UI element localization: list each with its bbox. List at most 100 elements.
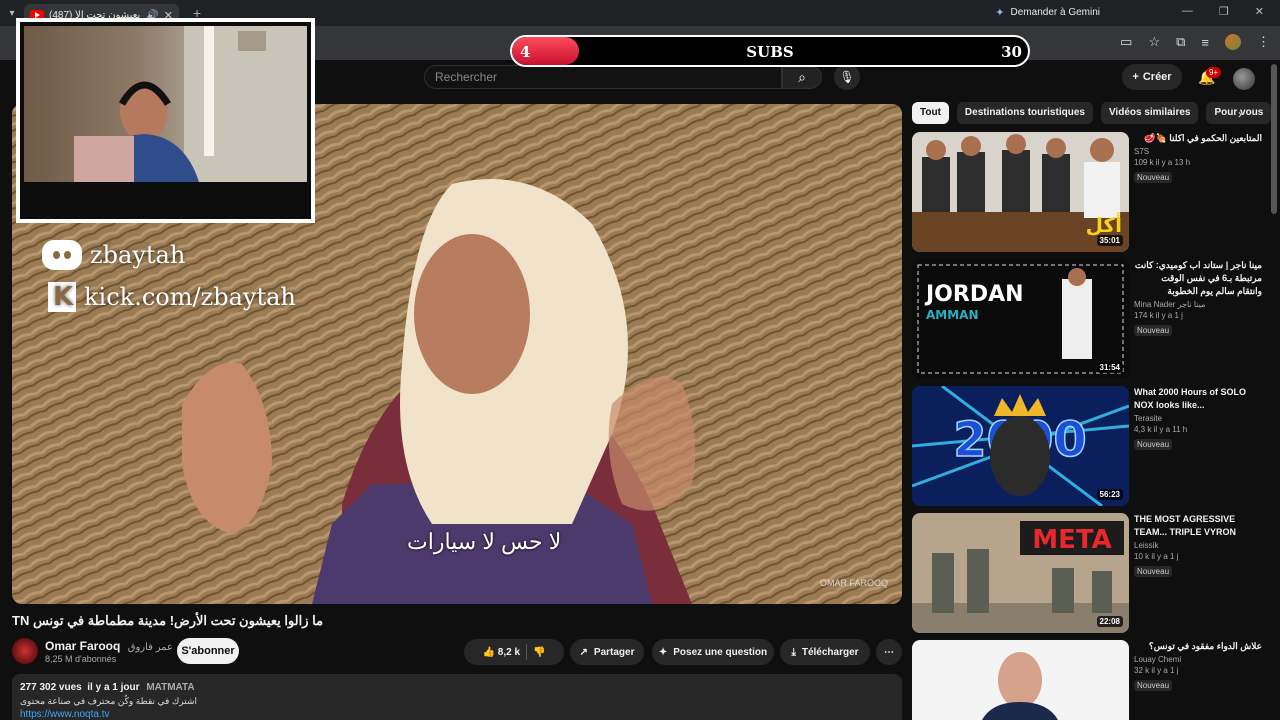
new-badge: Nouveau (1134, 439, 1173, 450)
new-badge: Nouveau (1134, 325, 1173, 336)
menu-icon[interactable]: ⋮ (1257, 34, 1270, 50)
webcam-overlay (16, 18, 315, 223)
thumbnail[interactable]: META 22:08 (912, 513, 1129, 633)
download-button[interactable]: ⤓ Télécharger (780, 639, 870, 665)
recommendation-stats: 4,3 k il y a 11 h (1134, 425, 1188, 434)
thumb-text: JORDAN (924, 282, 1024, 307)
video-watermark: OMAR FAROOQ (819, 578, 888, 588)
create-button[interactable]: + Créer (1122, 64, 1182, 90)
gemini-icon: ✦ (995, 7, 1005, 19)
dislike-icon[interactable]: 👎 (533, 647, 545, 658)
recommendation-title: المتابعين الحكمو في اكلنا 🍖🥩 (1144, 133, 1262, 143)
recommendation-item[interactable]: 2000 56:23 What 2000 Hours of SOLO NOX l… (912, 386, 1262, 506)
kick-icon (48, 282, 76, 312)
chevron-right-icon[interactable]: › (1238, 107, 1242, 121)
minimize-icon[interactable]: — (1182, 5, 1193, 18)
window-close-icon[interactable]: ✕ (1255, 5, 1264, 18)
recommendation-item[interactable]: META 22:08 THE MOST AGRESSIVE TEAM... TR… (912, 513, 1262, 633)
page-scrollbar[interactable] (1271, 64, 1277, 214)
profile-avatar[interactable] (1225, 34, 1241, 50)
tab-search-icon[interactable]: ▾ (0, 8, 24, 19)
thumbnail[interactable] (912, 640, 1129, 720)
chip-similar[interactable]: Vidéos similaires (1100, 102, 1199, 124)
webcam-feed (24, 26, 307, 182)
thumbnail[interactable]: 2000 56:23 (912, 386, 1129, 506)
subs-goal-target: 30 (1001, 43, 1022, 61)
discord-icon (42, 240, 82, 270)
recommendation-title: What 2000 Hours of SOLO NOX looks like..… (1134, 387, 1247, 410)
recommendation-stats: 32 k il y a 1 j (1134, 666, 1179, 675)
share-button[interactable]: ↗ Partager (570, 639, 644, 665)
thumbnail[interactable]: أكل 35:01 (912, 132, 1129, 252)
discord-row: zbaytah (42, 240, 296, 270)
toolbar-icons: ▭ ☆ ⧉ ≡ ⋮ (1120, 34, 1270, 50)
location-tag: MATMATA (146, 682, 195, 693)
like-button[interactable]: 👍 8,2 k (483, 647, 520, 658)
svg-text:أكل: أكل (1086, 211, 1122, 237)
duration-badge: 35:01 (1096, 235, 1123, 246)
thumb-text: META (1032, 525, 1111, 555)
description-text: اشترك في نقطة وكُن محترف في صناعة محتوى (20, 696, 197, 706)
subs-goal-label: SUBS (746, 43, 794, 61)
new-badge: Nouveau (1134, 680, 1173, 691)
thumb-subtext: AMMAN (926, 308, 979, 322)
recommendation-item[interactable]: أكل 35:01 المتابعين الحكمو في اكلنا 🍖🥩 S… (912, 132, 1262, 252)
sparkle-icon: ✦ (658, 646, 668, 658)
download-icon: ⤓ (791, 646, 796, 658)
recommendation-channel: Mina Nader مينا ناجر (1134, 300, 1206, 309)
recommendation-channel: Terasite (1134, 414, 1163, 423)
duration-badge: 31:54 (1096, 362, 1123, 373)
recommendation-info: المتابعين الحكمو في اكلنا 🍖🥩 S7S 109 k i… (1134, 132, 1262, 185)
channel-name[interactable]: Omar Farooq عمر فاروق ✔ (45, 639, 184, 653)
share-icon: ↗ (579, 646, 588, 658)
gemini-button[interactable]: ✦ Demander à Gemini (995, 6, 1100, 19)
recommendation-stats: 109 k il y a 13 h (1134, 158, 1191, 167)
bookmark-star-icon[interactable]: ☆ (1148, 34, 1160, 50)
microphone-icon[interactable]: 🎙 (834, 64, 860, 90)
recommendation-item[interactable]: علاش الدواء مفقود في تونس؟ Louay Chemi 3… (912, 640, 1262, 720)
description-link[interactable]: https://www.noqta.tv (20, 709, 894, 720)
description-meta: 277 302 vues il y a 1 jour MATMATA (20, 682, 195, 693)
thumbnail[interactable]: JORDAN AMMAN 31:54 (912, 259, 1129, 379)
like-dislike-group: 👍 8,2 k 👎 (464, 639, 564, 665)
channel-avatar[interactable] (12, 638, 38, 664)
subs-goal-current: 4 (520, 43, 531, 61)
screen: { "browser": { "tab_title": "ما زالوا يع… (0, 0, 1280, 720)
new-badge: Nouveau (1134, 566, 1173, 577)
recommendation-title: THE MOST AGRESSIVE TEAM... TRIPLE VYRON (1134, 514, 1237, 537)
recommendation-info: علاش الدواء مفقود في تونس؟ Louay Chemi 3… (1134, 640, 1262, 693)
chip-tourism[interactable]: Destinations touristiques (956, 102, 1093, 124)
extensions-icon[interactable]: ⧉ (1176, 34, 1185, 50)
recommendation-channel: Louay Chemi (1134, 655, 1182, 664)
recommendation-info: What 2000 Hours of SOLO NOX looks like..… (1134, 386, 1262, 452)
more-actions-icon[interactable]: ⋯ (876, 639, 902, 665)
video-subtitle: لا حس لا سيارات (407, 529, 562, 554)
plus-icon: + (1132, 71, 1139, 83)
account-avatar[interactable] (1233, 68, 1255, 90)
chip-all[interactable]: Tout (912, 102, 949, 124)
subscribe-button[interactable]: S'abonner (177, 638, 239, 664)
recommendation-channel: S7S (1134, 147, 1150, 156)
reading-list-icon[interactable]: ≡ (1201, 35, 1209, 50)
recommendation-title: علاش الدواء مفقود في تونس؟ (1148, 641, 1262, 651)
notification-count-badge: 9+ (1206, 67, 1222, 78)
duration-badge: 22:08 (1096, 616, 1123, 627)
cast-icon[interactable]: ▭ (1120, 34, 1132, 50)
recommendation-title: مينا ناجر | ستاند اب كوميدي: كانت مرتبطة… (1134, 260, 1262, 296)
webcam-frame (20, 22, 311, 219)
ask-question-button[interactable]: ✦ Posez une question (652, 639, 774, 665)
recommendation-item[interactable]: JORDAN AMMAN 31:54 مينا ناجر | ستاند اب … (912, 259, 1262, 379)
recommendation-stats: 10 k il y a 1 j (1134, 552, 1179, 561)
recommendation-channel: Leissik (1134, 541, 1159, 550)
divider (526, 644, 528, 660)
duration-badge: 56:23 (1096, 489, 1123, 500)
maximize-icon[interactable]: ❐ (1219, 5, 1229, 18)
recommendation-stats: 174 k il y a 1 j (1134, 311, 1183, 320)
video-description[interactable]: 277 302 vues il y a 1 jour MATMATA اشترك… (12, 674, 902, 720)
filter-chips: Tout Destinations touristiques Vidéos si… (912, 102, 1272, 124)
search-icon[interactable]: ⌕ (782, 65, 822, 89)
recommendation-info: مينا ناجر | ستاند اب كوميدي: كانت مرتبطة… (1134, 259, 1262, 338)
new-badge: Nouveau (1134, 172, 1173, 183)
recommendation-info: THE MOST AGRESSIVE TEAM... TRIPLE VYRON … (1134, 513, 1262, 579)
search-input[interactable]: Rechercher (424, 65, 782, 89)
